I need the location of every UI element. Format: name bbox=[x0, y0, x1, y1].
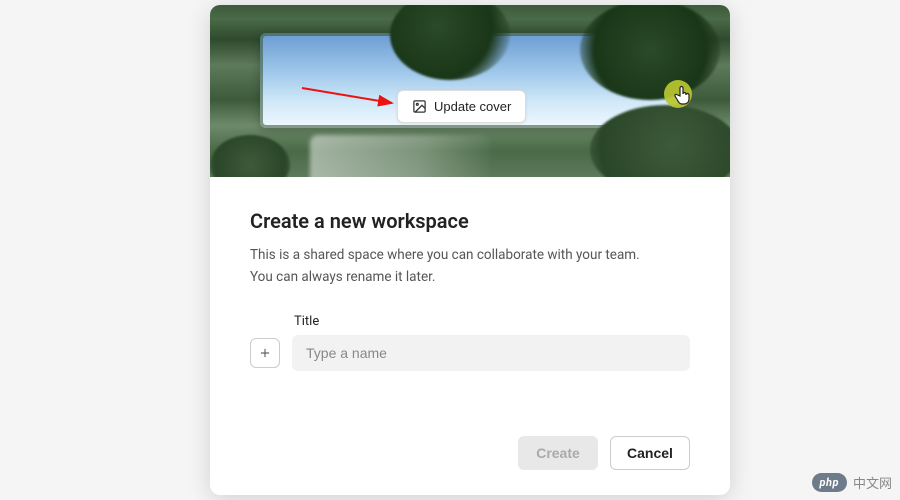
watermark-pill: php bbox=[812, 473, 847, 492]
dialog-description: This is a shared space where you can col… bbox=[250, 245, 690, 288]
cover-image-area: Update cover bbox=[210, 5, 730, 177]
dialog-content: Create a new workspace This is a shared … bbox=[210, 177, 730, 391]
create-workspace-dialog: Update cover Create a new workspace This… bbox=[210, 5, 730, 495]
create-button[interactable]: Create bbox=[518, 436, 598, 470]
cursor-highlight-circle bbox=[664, 80, 692, 108]
image-icon bbox=[412, 99, 427, 114]
workspace-title-input[interactable] bbox=[292, 335, 690, 371]
dialog-footer: Create Cancel bbox=[518, 436, 690, 470]
add-workspace-icon-button[interactable] bbox=[250, 338, 280, 368]
cover-foliage-decoration bbox=[210, 135, 290, 177]
title-field-row bbox=[250, 335, 690, 371]
dialog-heading: Create a new workspace bbox=[250, 209, 690, 233]
title-field-label: Title bbox=[294, 314, 690, 329]
update-cover-button[interactable]: Update cover bbox=[397, 90, 526, 123]
watermark-text: 中文网 bbox=[853, 473, 892, 492]
watermark: php 中文网 bbox=[812, 473, 893, 492]
cancel-button[interactable]: Cancel bbox=[610, 436, 690, 470]
cover-surface-decoration bbox=[310, 135, 490, 177]
cover-foliage-decoration bbox=[580, 5, 720, 100]
description-line: This is a shared space where you can col… bbox=[250, 247, 640, 263]
description-line: You can always rename it later. bbox=[250, 269, 435, 285]
update-cover-label: Update cover bbox=[434, 99, 511, 114]
plus-icon bbox=[258, 346, 272, 360]
